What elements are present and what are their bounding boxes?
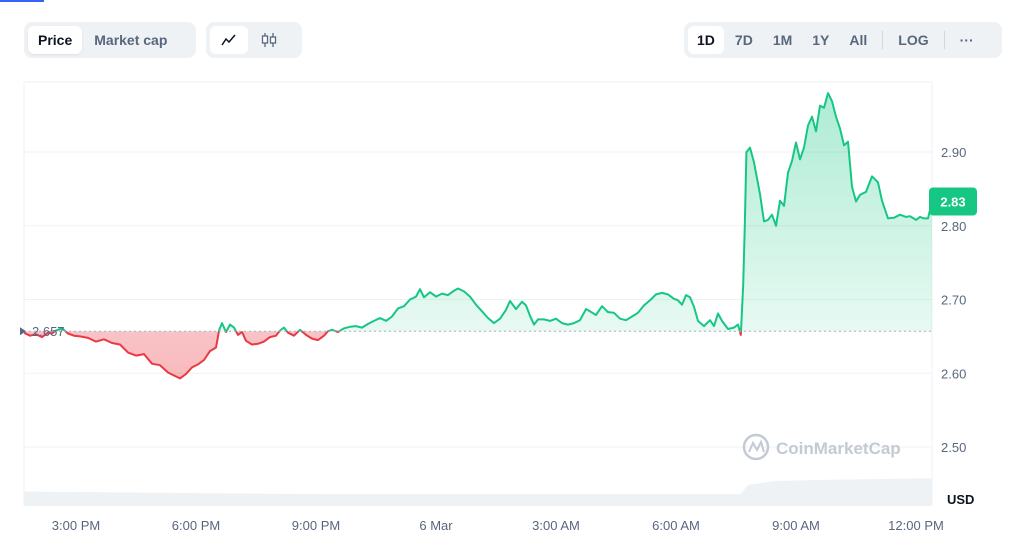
y-tick-label: 2.60 [941,366,966,381]
x-tick-label: 9:00 PM [292,518,340,533]
volume-area [24,478,932,506]
y-tick-label: 2.70 [941,293,966,308]
current-price-label: 2.83 [940,194,965,209]
x-tick-label: 6 Mar [419,518,453,533]
x-tick-label: 6:00 PM [172,518,220,533]
y-tick-label: 2.80 [941,219,966,234]
price-chart[interactable]: 2.50 2.60 2.70 2.80 2.90 USD CoinMarketCap 2.65… [0,0,1024,541]
watermark-text: CoinMarketCap [776,439,901,458]
x-tick-label: 6:00 AM [652,518,700,533]
baseline-label: 2.657 [32,324,65,339]
y-tick-label: 2.90 [941,145,966,160]
y-unit-label: USD [947,492,974,507]
y-tick-label: 2.50 [941,440,966,455]
x-tick-label: 3:00 PM [52,518,100,533]
x-tick-label: 9:00 AM [772,518,820,533]
x-tick-label: 12:00 PM [888,518,944,533]
coinmarketcap-watermark: CoinMarketCap [742,433,901,461]
x-tick-label: 3:00 AM [532,518,580,533]
